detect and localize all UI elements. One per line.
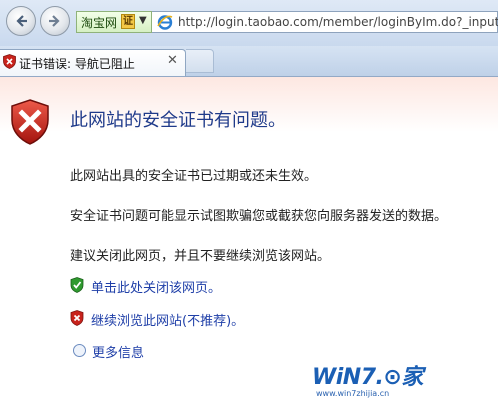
- watermark: WiN7.⊙家 www.win7zhijia.cn: [312, 359, 492, 407]
- error-page: 此网站的安全证书有问题。 此网站出具的安全证书已过期或还未生效。 安全证书问题可…: [0, 77, 498, 398]
- address-toolbar: 淘宝网 证 ▼ http://login.taobao.com/member/l…: [0, 0, 498, 46]
- error-shield-icon: [11, 99, 49, 145]
- tab-certificate-error[interactable]: 证书错误: 导航已阻止 ✕: [0, 49, 186, 76]
- back-arrow-icon: [16, 15, 27, 27]
- new-tab-button[interactable]: [186, 49, 214, 73]
- certificate-icon: 证: [121, 14, 135, 29]
- url-text: http://login.taobao.com/member/loginByIm…: [178, 15, 498, 29]
- address-input[interactable]: http://login.taobao.com/member/loginByIm…: [152, 11, 498, 33]
- paragraph-advice: 建议关闭此网页，并且不要继续浏览该网站。: [70, 249, 331, 264]
- forward-button[interactable]: [40, 6, 70, 36]
- watermark-url: www.win7zhijia.cn: [316, 389, 390, 398]
- paragraph-expired: 此网站出具的安全证书已过期或还未生效。: [70, 169, 318, 184]
- green-shield-icon: [70, 277, 84, 293]
- site-identity-badge[interactable]: 淘宝网 证 ▼: [76, 11, 152, 33]
- tab-title: 证书错误: 导航已阻止: [19, 57, 135, 71]
- tab-strip: 证书错误: 导航已阻止 ✕: [0, 46, 498, 77]
- watermark-logo: WiN7.⊙家: [312, 365, 423, 390]
- close-page-link[interactable]: 单击此处关闭该网页。: [91, 277, 221, 296]
- paragraph-risk: 安全证书问题可能显示试图欺骗您或截获您向服务器发送的数据。: [70, 209, 448, 224]
- red-shield-icon: [70, 310, 84, 326]
- continue-website-link[interactable]: 继续浏览此网站(不推荐)。: [91, 310, 244, 329]
- back-button[interactable]: [6, 6, 36, 36]
- chevron-down-icon[interactable]: ▼: [139, 15, 147, 26]
- certificate-error-icon: [3, 54, 16, 69]
- close-icon[interactable]: ✕: [167, 53, 178, 68]
- forward-arrow-icon: [49, 15, 60, 27]
- page-title: 此网站的安全证书有问题。: [70, 110, 286, 131]
- site-identity-name: 淘宝网: [81, 16, 118, 30]
- ie-logo-icon: [157, 15, 173, 30]
- more-info-link[interactable]: 更多信息: [92, 342, 144, 361]
- expand-circle-icon[interactable]: [73, 344, 86, 357]
